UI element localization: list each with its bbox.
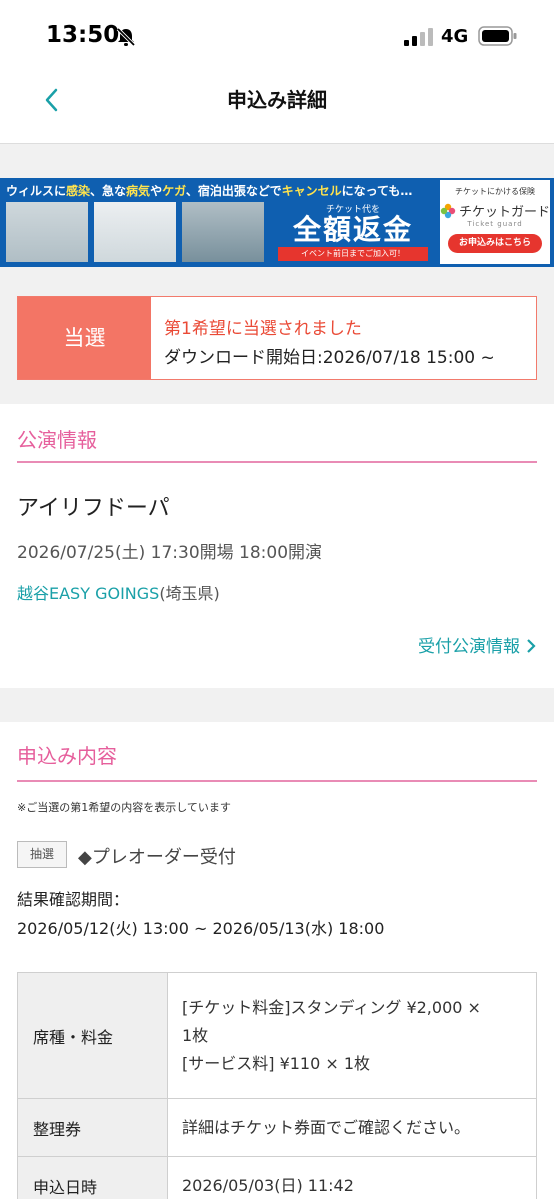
table-key: 整理券 bbox=[17, 1098, 168, 1157]
banner-photo-business bbox=[182, 202, 264, 262]
result-period-label: 結果確認期間： bbox=[17, 890, 130, 909]
performance-venue: 越谷EASY GOINGS(埼玉県) bbox=[17, 580, 220, 604]
application-note: ※ご当選の第1希望の内容を表示しています bbox=[17, 801, 231, 814]
flower-logo-icon bbox=[440, 203, 456, 218]
venue-link[interactable]: 越谷EASY GOINGS bbox=[17, 584, 159, 603]
banner-strip: イベント前日までご加入可！ bbox=[278, 247, 428, 261]
table-key: 席種・料金 bbox=[17, 972, 168, 1099]
banner-center: チケット代を 全額返金 イベント前日までご加入可！ bbox=[270, 202, 436, 262]
network-label: 4G bbox=[441, 26, 469, 47]
ticket-guard-logo: チケットガード bbox=[440, 201, 550, 220]
banner-right-panel: チケットにかける保険 チケットガード Ticket guard お申込みはこちら bbox=[440, 180, 550, 264]
ticket-guard-logo-text: チケットガード bbox=[459, 205, 551, 220]
application-detail-table: 席種・料金 [チケット料金]スタンディング ¥2,000 × 1枚 [サービス料… bbox=[17, 972, 537, 1199]
result-badge: 当選 bbox=[18, 297, 151, 379]
result-headline: 第1希望に当選されました bbox=[164, 319, 362, 339]
reception-type: ◆プレオーダー受付 bbox=[78, 847, 236, 868]
reception-info-link[interactable]: 受付公演情報 bbox=[418, 632, 536, 657]
table-value: 2026/05/03(日) 11:42 bbox=[167, 1156, 537, 1199]
reception-info-link-label: 受付公演情報 bbox=[418, 637, 520, 657]
banner-headline: ウィルスに感染、急な病気やケガ、宿泊出張などでキャンセルになっても… bbox=[6, 184, 413, 198]
table-value-line: 詳細はチケット券面でご確認ください。 bbox=[182, 1117, 471, 1137]
banner-photo-sick bbox=[6, 202, 88, 262]
result-period-value: 2026/05/12(火) 13:00 ~ 2026/05/13(水) 18:0… bbox=[17, 919, 385, 938]
table-value-line: 2026/05/03(日) 11:42 bbox=[182, 1175, 354, 1195]
application-details-section: 申込み内容 ※ご当選の第1希望の内容を表示しています 抽選 ◆プレオーダー受付 … bbox=[0, 722, 554, 1199]
table-row: 申込日時 2026/05/03(日) 11:42 bbox=[17, 1156, 537, 1199]
chevron-right-icon bbox=[527, 639, 536, 653]
venue-prefecture: (埼玉県) bbox=[159, 584, 220, 603]
performance-info-section: 公演情報 アイリフドーパ 2026/07/25(土) 17:30開場 18:00… bbox=[0, 404, 554, 688]
status-bar: 13:50 4G bbox=[0, 0, 554, 70]
battery-icon bbox=[478, 26, 517, 46]
table-row: 整理券 詳細はチケット券面でご確認ください。 bbox=[17, 1098, 537, 1157]
table-key: 申込日時 bbox=[17, 1156, 168, 1199]
download-start-date: ダウンロード開始日:2026/07/18 15:00 ~ bbox=[164, 348, 495, 368]
banner-main-copy: 全額返金 bbox=[292, 213, 413, 246]
banner-apply-button[interactable]: お申込みはこちら bbox=[448, 234, 542, 253]
banner-photo-injury bbox=[94, 202, 176, 262]
section-divider bbox=[17, 461, 537, 463]
ticket-guard-logo-sub: Ticket guard bbox=[467, 220, 523, 228]
section-divider bbox=[17, 780, 537, 782]
table-value: [チケット料金]スタンディング ¥2,000 × 1枚 [サービス料] ¥110… bbox=[167, 972, 537, 1099]
table-value-line: [チケット料金]スタンディング ¥2,000 × bbox=[182, 997, 481, 1017]
performance-datetime: 2026/07/25(土) 17:30開場 18:00開演 bbox=[17, 543, 323, 563]
ticket-guard-banner[interactable]: ウィルスに感染、急な病気やケガ、宿泊出張などでキャンセルになっても… チケット代… bbox=[0, 178, 554, 267]
banner-right-small: チケットにかける保険 bbox=[455, 187, 535, 196]
table-value: 詳細はチケット券面でご確認ください。 bbox=[167, 1098, 537, 1157]
signal-icon bbox=[404, 28, 433, 46]
status-time: 13:50 bbox=[46, 22, 120, 48]
performance-name: アイリフドーパ bbox=[17, 496, 170, 521]
lottery-tag: 抽選 bbox=[17, 841, 67, 868]
table-value-line: 1枚 bbox=[182, 1025, 209, 1045]
section-title-performance: 公演情報 bbox=[17, 428, 97, 452]
section-title-application: 申込み内容 bbox=[17, 744, 117, 768]
table-row: 席種・料金 [チケット料金]スタンディング ¥2,000 × 1枚 [サービス料… bbox=[17, 972, 537, 1099]
lottery-result-card: 当選 第1希望に当選されました ダウンロード開始日:2026/07/18 15:… bbox=[17, 296, 537, 380]
page-title: 申込み詳細 bbox=[227, 88, 327, 112]
bell-slash-icon bbox=[116, 27, 136, 47]
nav-bar: 申込み詳細 bbox=[0, 70, 554, 144]
table-value-line: [サービス料] ¥110 × 1枚 bbox=[182, 1053, 371, 1073]
